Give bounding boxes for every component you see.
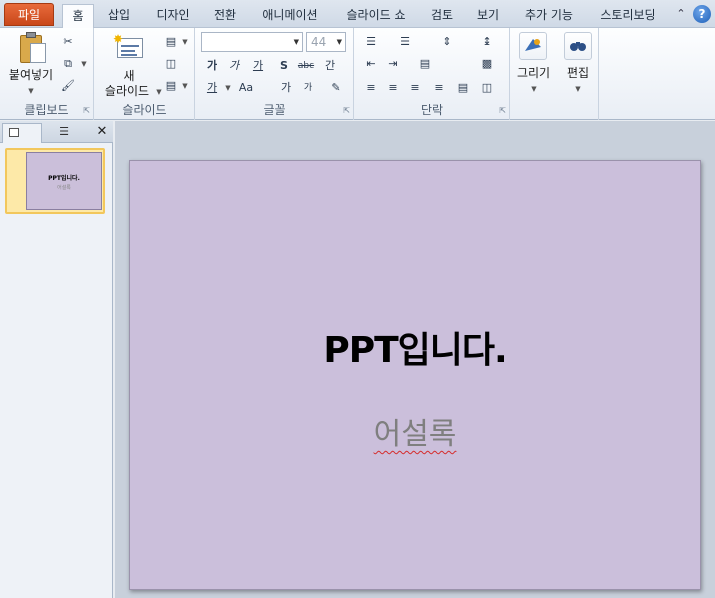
font-size-dropdown-icon[interactable]: ▼ bbox=[337, 33, 342, 51]
paste-icon[interactable] bbox=[18, 32, 48, 66]
font-color-button[interactable]: 가 bbox=[204, 80, 220, 96]
font-size-value: 44 bbox=[311, 35, 327, 49]
char-spacing-button[interactable]: 간 bbox=[322, 58, 338, 74]
align-text-icon[interactable]: ▩ bbox=[479, 56, 495, 72]
shapes-icon[interactable] bbox=[519, 32, 547, 60]
justify-icon[interactable]: ≡ bbox=[431, 80, 447, 96]
shrink-font-button[interactable]: 가 bbox=[300, 80, 316, 96]
section-dropdown-icon[interactable]: ▼ bbox=[177, 78, 193, 94]
italic-button[interactable]: 가 bbox=[226, 58, 242, 74]
decrease-indent-icon[interactable]: ⇤ bbox=[363, 56, 379, 72]
new-slide-icon[interactable]: ✸ bbox=[113, 32, 143, 60]
bullets-icon[interactable]: ☰ bbox=[363, 34, 379, 50]
find-icon[interactable] bbox=[564, 32, 592, 60]
thumb-subtitle: 어설록 bbox=[57, 185, 71, 191]
numbering-icon[interactable]: ☰ bbox=[397, 34, 413, 50]
font-group-label: 글꼴 bbox=[263, 103, 286, 117]
paragraph-group-label: 단락 bbox=[420, 103, 444, 117]
paragraph-group: ☰ ☰ ⇕ ↨ ⇤ ⇥ ▤ ▩ ≡ ≡ ≡ ≡ ▤ ◫ 단락 ⇱ bbox=[355, 28, 510, 120]
font-color-dropdown-icon[interactable]: ▼ bbox=[220, 80, 236, 96]
paste-button[interactable]: 붙여넣기 bbox=[4, 68, 58, 82]
format-painter-icon[interactable]: 🖌 bbox=[60, 78, 76, 94]
columns-icon[interactable]: ▤ bbox=[417, 56, 433, 72]
current-slide[interactable]: PPT입니다. 어설록 bbox=[129, 160, 701, 590]
slides-group-label: 슬라이드 bbox=[122, 103, 167, 117]
panel-tabs: ☰ ✕ bbox=[0, 121, 113, 143]
line-spacing-icon[interactable]: ⇕ bbox=[439, 34, 455, 50]
grow-font-button[interactable]: 가 bbox=[278, 80, 294, 96]
ribbon-tab-bar: 파일 홈 삽입 디자인 전환 애니메이션 슬라이드 쇼 검토 보기 추가 기능 … bbox=[0, 0, 715, 29]
copy-dropdown-icon[interactable]: ▼ bbox=[76, 56, 92, 72]
strikethrough-button[interactable]: abc bbox=[296, 58, 316, 74]
new-slide-button[interactable]: 슬라이드 bbox=[99, 84, 155, 98]
tab-outline[interactable]: ☰ bbox=[44, 123, 84, 141]
tab-animation[interactable]: 애니메이션 bbox=[252, 4, 328, 28]
tab-review[interactable]: 검토 bbox=[424, 4, 460, 28]
underline-button[interactable]: 가 bbox=[250, 58, 266, 74]
font-name-dropdown-icon[interactable]: ▼ bbox=[294, 33, 299, 51]
align-right-icon[interactable]: ≡ bbox=[407, 80, 423, 96]
tab-view[interactable]: 보기 bbox=[470, 4, 506, 28]
font-launcher-icon[interactable]: ⇱ bbox=[343, 106, 350, 115]
clear-format-icon[interactable]: ✎ bbox=[328, 80, 344, 96]
tab-file[interactable]: 파일 bbox=[4, 3, 54, 26]
tab-transition[interactable]: 전환 bbox=[206, 4, 244, 28]
clipboard-group: 붙여넣기 ▼ ✂ ⧉ ▼ 🖌 클립보드 ⇱ bbox=[0, 28, 94, 120]
tab-insert[interactable]: 삽입 bbox=[100, 4, 138, 28]
paste-dropdown-icon[interactable]: ▼ bbox=[23, 83, 39, 99]
font-group: ▼ 44 ▼ 가 가 가 S abc 간 가 ▼ Aa 가 가 ✎ 글꼴 ⇱ bbox=[196, 28, 354, 120]
tab-design[interactable]: 디자인 bbox=[148, 4, 198, 28]
copy-icon[interactable]: ⧉ bbox=[60, 56, 76, 72]
distributed-icon[interactable]: ▤ bbox=[455, 80, 471, 96]
drawing-button[interactable]: 그리기 bbox=[511, 66, 556, 80]
slide-subtitle[interactable]: 어설록 bbox=[130, 409, 700, 453]
new-slide-label-1[interactable]: 새 bbox=[109, 69, 149, 83]
editing-group: 편집 ▼ bbox=[557, 28, 599, 120]
tab-storyboard[interactable]: 스토리보딩 bbox=[592, 4, 664, 28]
minimize-ribbon-icon[interactable]: ⌃ bbox=[674, 7, 688, 21]
increase-indent-icon[interactable]: ⇥ bbox=[385, 56, 401, 72]
font-name-field[interactable]: ▼ bbox=[201, 32, 303, 52]
slide-thumbnail-preview: PPT입니다. 어설록 bbox=[26, 152, 102, 210]
editing-dropdown-icon[interactable]: ▼ bbox=[570, 81, 586, 97]
slides-group: ✸ 새 슬라이드 ▼ ▤ ▼ ◫ ▤ ▼ 슬라이드 bbox=[95, 28, 195, 120]
center-icon[interactable]: ≡ bbox=[385, 80, 401, 96]
reset-icon[interactable]: ◫ bbox=[163, 56, 179, 72]
slide-editing-area: PPT입니다. 어설록 bbox=[115, 121, 715, 598]
bold-button[interactable]: 가 bbox=[204, 58, 220, 74]
tab-addins[interactable]: 추가 기능 bbox=[516, 4, 582, 28]
shadow-button[interactable]: S bbox=[276, 58, 292, 74]
clipboard-group-label: 클립보드 bbox=[24, 103, 69, 117]
editing-button[interactable]: 편집 bbox=[557, 66, 599, 80]
cut-icon[interactable]: ✂ bbox=[60, 34, 76, 50]
paragraph-launcher-icon[interactable]: ⇱ bbox=[499, 106, 506, 115]
outline-tab-icon: ☰ bbox=[59, 125, 69, 138]
drawing-group: 그리기 ▼ bbox=[511, 28, 556, 120]
tab-slides[interactable] bbox=[2, 123, 42, 143]
text-direction-icon[interactable]: ↨ bbox=[479, 34, 495, 50]
layout-dropdown-icon[interactable]: ▼ bbox=[177, 34, 193, 50]
drawing-dropdown-icon[interactable]: ▼ bbox=[526, 81, 542, 97]
close-icon[interactable]: ✕ bbox=[94, 123, 110, 141]
ribbon: 붙여넣기 ▼ ✂ ⧉ ▼ 🖌 클립보드 ⇱ ✸ 새 슬라이드 ▼ ▤ ▼ ◫ ▤… bbox=[0, 28, 715, 120]
thumb-title: PPT입니다. bbox=[48, 175, 80, 182]
slide-title[interactable]: PPT입니다. bbox=[130, 321, 700, 373]
slide-thumbnail-panel: ☰ ✕ 1 PPT입니다. 어설록 bbox=[0, 121, 113, 598]
slides-tab-icon bbox=[9, 128, 19, 137]
align-left-icon[interactable]: ≡ bbox=[363, 80, 379, 96]
clipboard-launcher-icon[interactable]: ⇱ bbox=[83, 106, 90, 115]
slide-thumbnail[interactable]: PPT입니다. 어설록 bbox=[5, 148, 105, 214]
slide-subtitle-text: 어설록 bbox=[373, 417, 457, 452]
font-size-field[interactable]: 44 ▼ bbox=[306, 32, 346, 52]
tab-home[interactable]: 홈 bbox=[62, 4, 94, 29]
help-icon[interactable]: ? bbox=[693, 5, 711, 23]
smartart-icon[interactable]: ◫ bbox=[479, 80, 495, 96]
change-case-button[interactable]: Aa bbox=[236, 80, 256, 96]
tab-slideshow[interactable]: 슬라이드 쇼 bbox=[336, 4, 416, 28]
